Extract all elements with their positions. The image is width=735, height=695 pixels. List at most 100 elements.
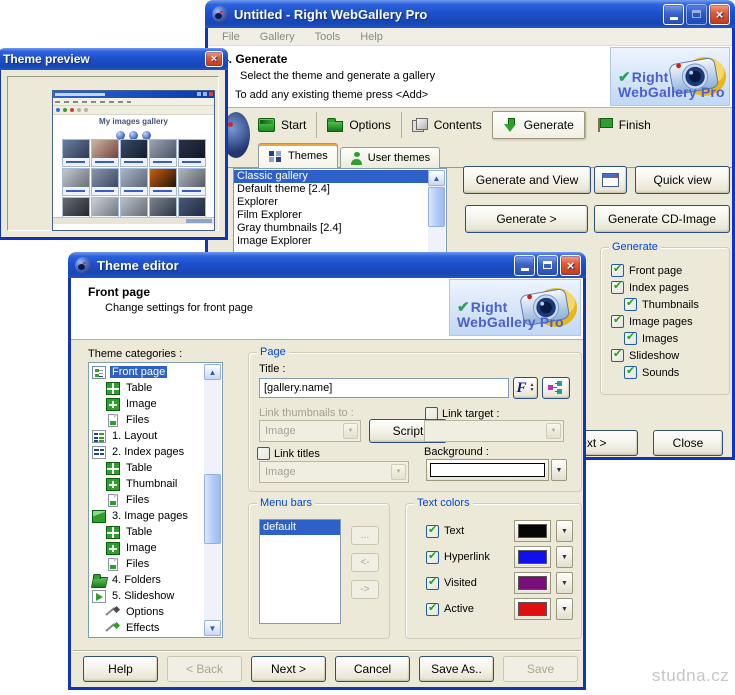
- tree-item[interactable]: 3. Image pages: [89, 508, 204, 524]
- scroll-thumb[interactable]: [428, 187, 445, 227]
- tree-item[interactable]: Image: [89, 396, 204, 412]
- font-button[interactable]: F▲▼: [513, 377, 538, 399]
- theme-list-item[interactable]: Film Explorer: [234, 209, 428, 222]
- tree-item[interactable]: Thumbnail: [89, 476, 204, 492]
- tree-item[interactable]: Options: [89, 604, 204, 620]
- theme-list-item[interactable]: Explorer: [234, 196, 428, 209]
- wizard-tab[interactable]: Options: [316, 112, 400, 138]
- chevron-down-icon[interactable]: ▼: [556, 598, 573, 620]
- color-swatch[interactable]: [514, 546, 551, 568]
- generate-and-view-button[interactable]: Generate and View: [463, 166, 591, 194]
- tree-item[interactable]: 1. Layout: [89, 428, 204, 444]
- gallery-thumbnail[interactable]: [149, 168, 177, 196]
- checkbox[interactable]: ✔: [426, 525, 439, 538]
- chevron-down-icon[interactable]: ▼: [556, 520, 573, 542]
- tree-scrollbar[interactable]: ▲ ▼: [204, 364, 221, 636]
- tree-item[interactable]: Files: [89, 412, 204, 428]
- theme-list-item[interactable]: Image Explorer: [234, 235, 428, 248]
- gallery-thumbnail[interactable]: [62, 168, 90, 196]
- checkbox[interactable]: ✔: [611, 349, 624, 362]
- tree-item[interactable]: Effects: [89, 620, 204, 636]
- scroll-up-icon[interactable]: ▲: [204, 364, 221, 380]
- generate-button[interactable]: Generate >: [465, 205, 588, 233]
- title-input[interactable]: [259, 378, 509, 398]
- scroll-thumb[interactable]: [204, 474, 221, 544]
- theme-list-item[interactable]: Gray thumbnails [2.4]: [234, 222, 428, 235]
- dialog-button[interactable]: Save As..: [419, 656, 494, 682]
- checkbox[interactable]: ✔: [426, 551, 439, 564]
- scroll-down-icon[interactable]: ▼: [204, 620, 221, 636]
- minimize-button[interactable]: [663, 4, 684, 25]
- theme-list-item[interactable]: Default theme [2.4]: [234, 183, 428, 196]
- maximize-button[interactable]: [686, 4, 707, 25]
- dialog-button[interactable]: Next >: [251, 656, 326, 682]
- checkbox[interactable]: ✔: [624, 332, 637, 345]
- link-titles-checkbox[interactable]: [257, 447, 270, 460]
- checkbox[interactable]: ✔: [426, 577, 439, 590]
- menu-item[interactable]: Tools: [305, 31, 351, 43]
- color-swatch[interactable]: [514, 598, 551, 620]
- titlebar[interactable]: Theme editor ×: [68, 252, 586, 278]
- gallery-thumbnail[interactable]: [120, 197, 148, 217]
- gallery-thumbnail[interactable]: [149, 197, 177, 217]
- dialog-button[interactable]: Cancel: [335, 656, 410, 682]
- tree-item[interactable]: Files: [89, 556, 204, 572]
- maximize-button[interactable]: [537, 255, 558, 276]
- wizard-tab[interactable]: Start: [248, 112, 316, 138]
- insert-field-button[interactable]: [542, 377, 570, 399]
- dialog-button[interactable]: Save: [503, 656, 578, 682]
- color-swatch[interactable]: [514, 572, 551, 594]
- tree-item[interactable]: Image: [89, 540, 204, 556]
- tree-item[interactable]: 5. Slideshow: [89, 588, 204, 604]
- tree-item[interactable]: Table: [89, 524, 204, 540]
- menu-bar-action-button[interactable]: <-: [351, 553, 379, 572]
- checkbox[interactable]: ✔: [611, 264, 624, 277]
- close-button[interactable]: Close: [653, 430, 723, 456]
- menu-bar-item[interactable]: default: [260, 520, 340, 535]
- gallery-thumbnail[interactable]: [120, 168, 148, 196]
- close-icon[interactable]: ×: [709, 4, 730, 25]
- close-icon[interactable]: ×: [205, 51, 223, 67]
- wizard-tab[interactable]: Finish: [585, 112, 661, 138]
- menu-item[interactable]: Help: [350, 31, 393, 43]
- tree-item[interactable]: Files: [89, 492, 204, 508]
- theme-list-item[interactable]: Classic gallery: [234, 170, 428, 183]
- checkbox[interactable]: ✔: [611, 315, 624, 328]
- gallery-thumbnail[interactable]: [62, 197, 90, 217]
- dialog-button[interactable]: Help: [83, 656, 158, 682]
- menu-bars-list[interactable]: default: [259, 519, 341, 624]
- checkbox[interactable]: ✔: [426, 603, 439, 616]
- background-dropdown-button[interactable]: ▼: [551, 459, 567, 481]
- gallery-thumbnail[interactable]: [178, 139, 206, 167]
- scroll-up-icon[interactable]: ▲: [428, 170, 445, 186]
- tree-item[interactable]: Front page: [89, 364, 204, 380]
- quick-view-button[interactable]: Quick view: [635, 166, 730, 194]
- wizard-tab[interactable]: Generate: [492, 111, 585, 139]
- titlebar[interactable]: Theme preview ×: [0, 48, 228, 70]
- dialog-button[interactable]: < Back: [167, 656, 242, 682]
- gallery-thumbnail[interactable]: [178, 197, 206, 217]
- checkbox[interactable]: ✔: [611, 281, 624, 294]
- theme-categories-tree[interactable]: ▲ ▼ Front page Table Image Files: [88, 362, 223, 638]
- minimize-button[interactable]: [514, 255, 535, 276]
- background-color-well[interactable]: [426, 459, 549, 481]
- menu-bar-action-button[interactable]: ->: [351, 580, 379, 599]
- gallery-thumbnail[interactable]: [91, 139, 119, 167]
- checkbox[interactable]: ✔: [624, 366, 637, 379]
- chevron-down-icon[interactable]: ▼: [556, 572, 573, 594]
- tree-item[interactable]: 4. Folders: [89, 572, 204, 588]
- gallery-thumbnail[interactable]: [120, 139, 148, 167]
- subtab[interactable]: Themes: [258, 143, 338, 168]
- view-window-toggle-button[interactable]: [594, 166, 627, 194]
- menu-item[interactable]: Gallery: [250, 31, 305, 43]
- gallery-thumbnail[interactable]: [91, 197, 119, 217]
- generate-cd-image-button[interactable]: Generate CD-Image: [594, 205, 730, 233]
- menu-item[interactable]: File: [212, 31, 250, 43]
- gallery-thumbnail[interactable]: [62, 139, 90, 167]
- subtab[interactable]: User themes: [340, 147, 440, 168]
- gallery-thumbnail[interactable]: [178, 168, 206, 196]
- titlebar[interactable]: Untitled - Right WebGallery Pro ×: [205, 0, 735, 28]
- gallery-thumbnail[interactable]: [91, 168, 119, 196]
- color-swatch[interactable]: [514, 520, 551, 542]
- chevron-down-icon[interactable]: ▼: [556, 546, 573, 568]
